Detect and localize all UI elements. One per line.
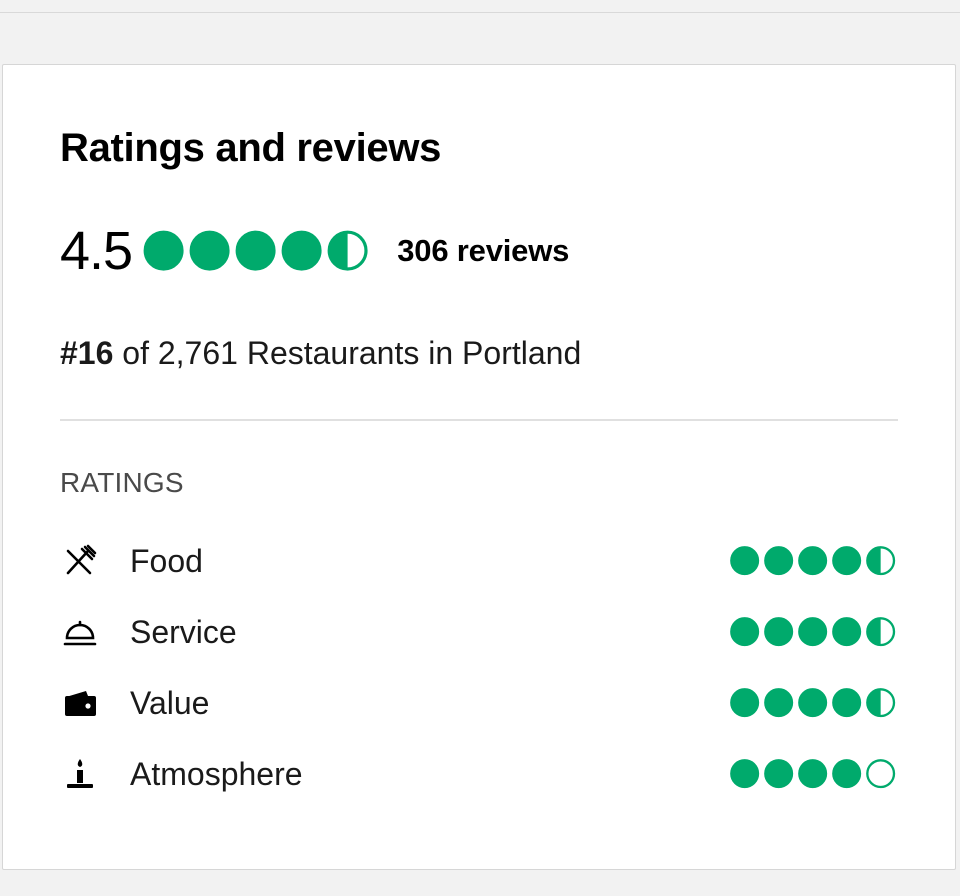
bubble-full bbox=[797, 546, 827, 576]
bubble-empty bbox=[865, 759, 895, 789]
rating-label-service: Service bbox=[130, 614, 237, 650]
candle-icon bbox=[62, 756, 98, 792]
bubble-full bbox=[729, 688, 759, 718]
bubble-rating-food bbox=[729, 545, 896, 581]
bubble-full bbox=[729, 546, 759, 576]
divider bbox=[60, 419, 898, 421]
bubble-rating-service bbox=[729, 616, 896, 652]
bubble-half bbox=[327, 231, 368, 272]
bubble-full bbox=[797, 617, 827, 647]
bubble-full bbox=[763, 688, 793, 718]
rating-label-atmosphere: Atmosphere bbox=[130, 756, 303, 792]
bubble-full bbox=[831, 617, 861, 647]
bubble-set bbox=[143, 231, 368, 272]
fork-knife-icon bbox=[62, 543, 98, 579]
page-top-strip bbox=[0, 0, 960, 13]
bubble-full bbox=[797, 759, 827, 789]
wallet-icon bbox=[62, 685, 98, 721]
rating-row-atmosphere: Atmosphere bbox=[60, 749, 896, 799]
rank-number: #16 bbox=[60, 335, 114, 371]
service-bell-icon bbox=[62, 614, 98, 650]
reviews-link[interactable]: 306 reviews bbox=[397, 233, 569, 269]
bubble-set bbox=[729, 688, 895, 718]
overall-score: 4.5 bbox=[60, 221, 133, 281]
bubble-full bbox=[729, 759, 759, 789]
bubble-full bbox=[235, 231, 276, 272]
rating-label-value: Value bbox=[130, 685, 210, 721]
bubble-full bbox=[831, 759, 861, 789]
bubble-full bbox=[797, 688, 827, 718]
bubble-full bbox=[763, 759, 793, 789]
rating-summary: 4.5 306 reviews bbox=[60, 220, 569, 282]
ratings-heading: RATINGS bbox=[60, 467, 184, 498]
rating-label-food: Food bbox=[130, 543, 203, 579]
overall-bubble-rating bbox=[142, 229, 369, 272]
bubble-rating-value bbox=[729, 687, 896, 723]
bubble-full bbox=[281, 231, 322, 272]
bubble-full bbox=[831, 546, 861, 576]
bubble-full bbox=[831, 688, 861, 718]
rating-row-service: Service bbox=[60, 607, 896, 657]
bubble-full bbox=[143, 231, 184, 272]
bubble-set bbox=[729, 546, 895, 576]
bubble-full bbox=[763, 546, 793, 576]
bubble-full bbox=[763, 617, 793, 647]
rating-row-value: Value bbox=[60, 678, 896, 728]
bubble-full bbox=[189, 231, 230, 272]
rank-description: of 2,761 Restaurants in Portland bbox=[113, 335, 582, 371]
bubble-half bbox=[865, 546, 895, 576]
bubble-half bbox=[865, 688, 895, 718]
rating-row-food: Food bbox=[60, 536, 896, 586]
section-title: Ratings and reviews bbox=[60, 126, 442, 170]
bubble-set bbox=[729, 759, 895, 789]
ranking-text[interactable]: #16 of 2,761 Restaurants in Portland bbox=[60, 333, 581, 373]
bubble-full bbox=[729, 617, 759, 647]
bubble-rating-atmosphere bbox=[729, 758, 896, 794]
bubble-half bbox=[865, 617, 895, 647]
bubble-set bbox=[729, 617, 895, 647]
